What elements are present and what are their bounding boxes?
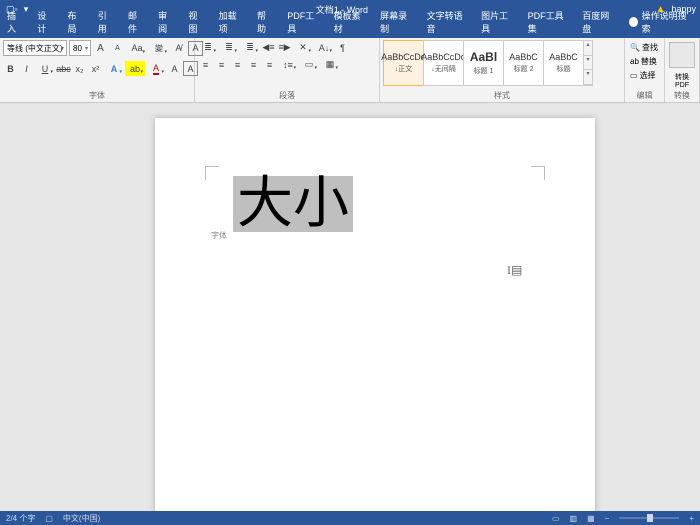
asian-layout-icon[interactable]: ✕: [293, 40, 313, 55]
multilevel-list-button[interactable]: ≣: [240, 40, 260, 55]
borders-icon[interactable]: ▦: [320, 57, 340, 72]
zoom-out-icon[interactable]: −: [605, 514, 610, 523]
convert-pdf-label: 转换 PDF: [675, 72, 689, 89]
align-center-icon[interactable]: ≡: [214, 57, 229, 72]
underline-button[interactable]: U: [35, 61, 55, 76]
align-right-icon[interactable]: ≡: [230, 57, 245, 72]
ribbon-tabs: 插入 设计 布局 引用 邮件 审阅 视图 加载项 帮助 PDF工具 模板素材 屏…: [0, 18, 700, 38]
clear-formatting-icon[interactable]: A̸: [171, 41, 186, 56]
tell-me-label: 操作说明搜索: [642, 9, 690, 35]
numbering-button[interactable]: ≣: [219, 40, 239, 55]
font-group-label: 字体: [3, 89, 191, 102]
select-button[interactable]: ▭选择: [628, 68, 658, 82]
crop-mark-tl: [205, 166, 219, 180]
tab-design[interactable]: 设计: [30, 6, 60, 38]
tell-me[interactable]: 操作说明搜索: [622, 6, 700, 38]
web-layout-icon[interactable]: ▦: [587, 514, 595, 523]
replace-icon: ab: [630, 57, 639, 66]
increase-indent-icon[interactable]: ≡▶: [277, 40, 292, 55]
style-heading2[interactable]: AaBbC 标题 2: [503, 40, 544, 86]
tab-tts[interactable]: 文字转语音: [420, 6, 475, 38]
font-size-combo[interactable]: 80: [69, 40, 91, 56]
justify-icon[interactable]: ≡: [246, 57, 261, 72]
paragraph-group: ≣ ≣ ≣ ◀≡ ≡▶ ✕ A↓ ¶ ≡ ≡ ≡ ≡ ≡ ↕≡ ▭ ▦ 段落: [195, 38, 380, 102]
text-effects-button[interactable]: A: [104, 61, 124, 76]
italic-button[interactable]: I: [19, 61, 34, 76]
convert-group: 转换 PDF 转换: [665, 38, 700, 102]
font-color-button[interactable]: A: [146, 61, 166, 76]
decrease-indent-icon[interactable]: ◀≡: [261, 40, 276, 55]
styles-more-button[interactable]: ▴ ▾ ▾: [583, 40, 593, 86]
tab-baidunetdisk[interactable]: 百度网盘: [575, 6, 621, 38]
language-status[interactable]: 中文(中国): [63, 513, 100, 524]
tab-layout[interactable]: 布局: [60, 6, 90, 38]
styles-group-label: 样式: [383, 89, 621, 102]
tab-pdftoolset[interactable]: PDF工具集: [521, 6, 576, 38]
show-marks-icon[interactable]: ¶: [335, 40, 350, 55]
tab-addins[interactable]: 加载项: [212, 6, 250, 38]
style-title[interactable]: AaBbC 标题: [543, 40, 584, 86]
cursor-icon: ▭: [630, 71, 638, 80]
style-normal[interactable]: AaBbCcDd ↓正文: [383, 40, 424, 86]
strikethrough-button[interactable]: abc: [56, 61, 71, 76]
sort-icon[interactable]: A↓: [314, 40, 334, 55]
increase-font-icon[interactable]: A: [93, 41, 108, 56]
phonetic-guide-icon[interactable]: 變: [149, 41, 169, 56]
style-nospacing[interactable]: AaBbCcDd ↓无间隔: [423, 40, 464, 86]
editing-group: 🔍查找 ab替换 ▭选择 编辑: [625, 38, 665, 102]
page[interactable]: 大小 字体 I▤: [155, 118, 595, 511]
tab-references[interactable]: 引用: [91, 6, 121, 38]
change-case-button[interactable]: Aa: [127, 41, 147, 56]
font-hint-label: 字体: [211, 230, 227, 241]
char-shading-icon[interactable]: A: [167, 61, 182, 76]
ribbon: 等线 (中文正文) 80 A A Aa 變 A̸ A B I U abc x₂ …: [0, 38, 700, 103]
font-group: 等线 (中文正文) 80 A A Aa 變 A̸ A B I U abc x₂ …: [0, 38, 195, 102]
convert-pdf-icon[interactable]: [669, 42, 695, 68]
superscript-button[interactable]: x²: [88, 61, 103, 76]
tab-mailings[interactable]: 邮件: [121, 6, 151, 38]
ibeam-cursor-icon: I▤: [507, 263, 522, 278]
align-left-icon[interactable]: ≡: [198, 57, 213, 72]
style-heading1[interactable]: AaBl 标题 1: [463, 40, 504, 86]
word-count[interactable]: 2/4 个字: [6, 513, 35, 524]
document-area[interactable]: 大小 字体 I▤: [0, 103, 700, 511]
crop-mark-tr: [531, 166, 545, 180]
read-mode-icon[interactable]: ▭: [552, 514, 560, 523]
replace-button[interactable]: ab替换: [628, 54, 659, 68]
status-bar: 2/4 个字 ▢ 中文(中国) ▭ ▥ ▦ − +: [0, 511, 700, 525]
bold-button[interactable]: B: [3, 61, 18, 76]
find-button[interactable]: 🔍查找: [628, 40, 660, 54]
tab-imagetools[interactable]: 图片工具: [474, 6, 520, 38]
convert-group-label: 转换: [668, 89, 696, 102]
line-spacing-icon[interactable]: ↕≡: [278, 57, 298, 72]
font-name-combo[interactable]: 等线 (中文正文): [3, 40, 67, 56]
tab-review[interactable]: 审阅: [151, 6, 181, 38]
zoom-slider[interactable]: [619, 517, 679, 519]
paragraph-group-label: 段落: [198, 89, 376, 102]
tab-screenrec[interactable]: 屏幕录制: [373, 6, 419, 38]
selected-text[interactable]: 大小: [233, 176, 353, 232]
print-layout-icon[interactable]: ▥: [570, 514, 578, 523]
distribute-icon[interactable]: ≡: [262, 57, 277, 72]
search-icon: 🔍: [630, 43, 640, 52]
editing-group-label: 编辑: [628, 89, 661, 102]
tab-help[interactable]: 帮助: [250, 6, 280, 38]
shading-icon[interactable]: ▭: [299, 57, 319, 72]
highlight-button[interactable]: ab: [125, 61, 145, 76]
chevron-down-icon: ▾: [584, 56, 592, 71]
lightbulb-icon: [629, 17, 638, 27]
styles-expand-icon: ▾: [584, 70, 592, 85]
styles-group: AaBbCcDd ↓正文 AaBbCcDd ↓无间隔 AaBl 标题 1 AaB…: [380, 38, 625, 102]
decrease-font-icon[interactable]: A: [110, 41, 125, 56]
spellcheck-icon[interactable]: ▢: [45, 514, 53, 523]
tab-view[interactable]: 视图: [181, 6, 211, 38]
zoom-in-icon[interactable]: +: [689, 514, 694, 523]
tab-insert[interactable]: 插入: [0, 6, 30, 38]
chevron-up-icon: ▴: [584, 41, 592, 56]
tab-templates[interactable]: 模板素材: [327, 6, 373, 38]
bullets-button[interactable]: ≣: [198, 40, 218, 55]
subscript-button[interactable]: x₂: [72, 61, 87, 76]
tab-pdftools[interactable]: PDF工具: [280, 6, 326, 38]
